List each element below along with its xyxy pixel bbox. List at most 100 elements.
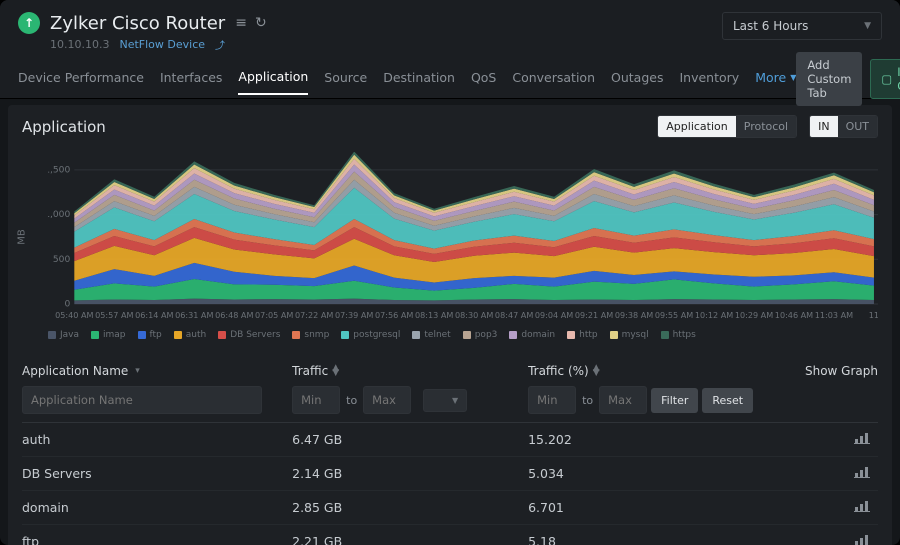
svg-text:500: 500 bbox=[53, 255, 71, 265]
svg-text:08:47 AM: 08:47 AM bbox=[495, 311, 533, 320]
th-traffic[interactable]: Traffic▲▼ bbox=[292, 364, 520, 378]
show-graph-icon[interactable] bbox=[854, 500, 870, 512]
svg-text:09:55 AM: 09:55 AM bbox=[655, 311, 693, 320]
svg-text:10:29 AM: 10:29 AM bbox=[735, 311, 773, 320]
svg-text:08:30 AM: 08:30 AM bbox=[455, 311, 493, 320]
legend-swatch bbox=[463, 331, 471, 339]
toggle-protocol[interactable]: Protocol bbox=[736, 116, 796, 137]
tab-qos[interactable]: QoS bbox=[471, 70, 496, 94]
legend-label: auth bbox=[186, 330, 206, 340]
device-ip: 10.10.10.3 bbox=[50, 38, 109, 51]
add-custom-tab-button[interactable]: Add Custom Tab bbox=[796, 52, 862, 106]
direction-toggle: IN OUT bbox=[809, 115, 878, 138]
legend-item[interactable]: imap bbox=[91, 330, 126, 340]
tab-bar: Device Performance Interfaces Applicatio… bbox=[18, 69, 796, 95]
svg-text:05:57 AM: 05:57 AM bbox=[95, 311, 133, 320]
cell-name: ftp bbox=[22, 534, 284, 545]
tab-source[interactable]: Source bbox=[324, 70, 367, 94]
legend-item[interactable]: mysql bbox=[610, 330, 649, 340]
filter-traffic-max[interactable] bbox=[363, 386, 411, 414]
incident-chat-button[interactable]: ▢ Incident Chat bbox=[870, 59, 900, 99]
filter-name-input[interactable] bbox=[22, 386, 262, 414]
tab-conversation[interactable]: Conversation bbox=[512, 70, 595, 94]
table-row: auth 6.47 GB 15.202 bbox=[22, 423, 878, 457]
legend-item[interactable]: ftp bbox=[138, 330, 162, 340]
filter-pct-max[interactable] bbox=[599, 386, 647, 414]
show-graph-icon[interactable] bbox=[854, 534, 870, 545]
legend-swatch bbox=[174, 331, 182, 339]
legend-swatch bbox=[138, 331, 146, 339]
filter-button[interactable]: Filter bbox=[651, 388, 698, 413]
tab-inventory[interactable]: Inventory bbox=[679, 70, 739, 94]
legend-label: http bbox=[579, 330, 597, 340]
legend-label: ftp bbox=[150, 330, 162, 340]
cell-pct: 5.034 bbox=[528, 466, 756, 481]
svg-text:11:03 AM: 11:03 AM bbox=[815, 311, 853, 320]
legend-swatch bbox=[292, 331, 300, 339]
legend-item[interactable]: telnet bbox=[412, 330, 450, 340]
legend-item[interactable]: Java bbox=[48, 330, 79, 340]
filter-pct-min[interactable] bbox=[528, 386, 576, 414]
legend-item[interactable]: http bbox=[567, 330, 597, 340]
device-status-icon: ↑ bbox=[18, 12, 40, 34]
table-row: ftp 2.21 GB 5.18 bbox=[22, 525, 878, 545]
legend-item[interactable]: DB Servers bbox=[218, 330, 280, 340]
cell-pct: 5.18 bbox=[528, 534, 756, 545]
toggle-in[interactable]: IN bbox=[810, 116, 837, 137]
legend-swatch bbox=[218, 331, 226, 339]
tab-destination[interactable]: Destination bbox=[383, 70, 455, 94]
sort-icon: ▲▼ bbox=[593, 366, 600, 376]
cell-traffic: 2.85 GB bbox=[292, 500, 520, 515]
chart-legend: Java imap ftp auth DB Servers snmp postgresql t… bbox=[8, 326, 892, 350]
legend-item[interactable]: pop3 bbox=[463, 330, 498, 340]
svg-text:1,000: 1,000 bbox=[48, 210, 71, 220]
legend-label: snmp bbox=[304, 330, 329, 340]
legend-item[interactable]: postgresql bbox=[341, 330, 400, 340]
svg-text:1,500: 1,500 bbox=[48, 165, 71, 175]
sort-icon: ▲▼ bbox=[332, 366, 339, 376]
cell-traffic: 6.47 GB bbox=[292, 432, 520, 447]
card-title: Application bbox=[22, 118, 106, 136]
svg-text:07:39 AM: 07:39 AM bbox=[335, 311, 373, 320]
th-application-name[interactable]: Application Name bbox=[22, 364, 284, 378]
cell-name: auth bbox=[22, 432, 284, 447]
legend-item[interactable]: auth bbox=[174, 330, 206, 340]
legend-item[interactable]: domain bbox=[509, 330, 555, 340]
filter-traffic-unit-dropdown[interactable]: ▼ bbox=[423, 389, 467, 412]
th-traffic-pct[interactable]: Traffic (%)▲▼ bbox=[528, 364, 756, 378]
legend-swatch bbox=[509, 331, 517, 339]
svg-text:08:13 AM: 08:13 AM bbox=[415, 311, 453, 320]
menu-icon[interactable]: ≡ bbox=[235, 15, 247, 31]
svg-text:06:31 AM: 06:31 AM bbox=[175, 311, 213, 320]
show-graph-icon[interactable] bbox=[854, 466, 870, 478]
svg-text:05:40 AM: 05:40 AM bbox=[55, 311, 93, 320]
reset-button[interactable]: Reset bbox=[702, 388, 753, 413]
view-toggle: Application Protocol bbox=[657, 115, 797, 138]
chevron-down-icon: ▼ bbox=[452, 396, 458, 405]
time-range-dropdown[interactable]: Last 6 Hours ▼ bbox=[722, 12, 882, 40]
legend-label: imap bbox=[103, 330, 126, 340]
tab-device-performance[interactable]: Device Performance bbox=[18, 70, 144, 94]
show-graph-icon[interactable] bbox=[854, 432, 870, 444]
tab-more[interactable]: More▼ bbox=[755, 70, 796, 94]
cell-pct: 15.202 bbox=[528, 432, 756, 447]
refresh-icon[interactable]: ↻ bbox=[255, 15, 267, 31]
cell-pct: 6.701 bbox=[528, 500, 756, 515]
tab-application[interactable]: Application bbox=[238, 69, 308, 95]
svg-text:0: 0 bbox=[64, 300, 70, 310]
toggle-application[interactable]: Application bbox=[658, 116, 735, 137]
legend-label: domain bbox=[521, 330, 555, 340]
toggle-out[interactable]: OUT bbox=[838, 116, 877, 137]
tab-outages[interactable]: Outages bbox=[611, 70, 663, 94]
legend-item[interactable]: https bbox=[661, 330, 696, 340]
svg-text:06:48 AM: 06:48 AM bbox=[215, 311, 253, 320]
filter-traffic-min[interactable] bbox=[292, 386, 340, 414]
tab-interfaces[interactable]: Interfaces bbox=[160, 70, 222, 94]
external-link-icon[interactable]: ⤴ bbox=[215, 37, 225, 52]
device-type-link[interactable]: NetFlow Device bbox=[119, 38, 205, 51]
chat-icon: ▢ bbox=[881, 72, 892, 86]
svg-text:07:05 AM: 07:05 AM bbox=[255, 311, 293, 320]
legend-swatch bbox=[567, 331, 575, 339]
cell-name: domain bbox=[22, 500, 284, 515]
legend-item[interactable]: snmp bbox=[292, 330, 329, 340]
